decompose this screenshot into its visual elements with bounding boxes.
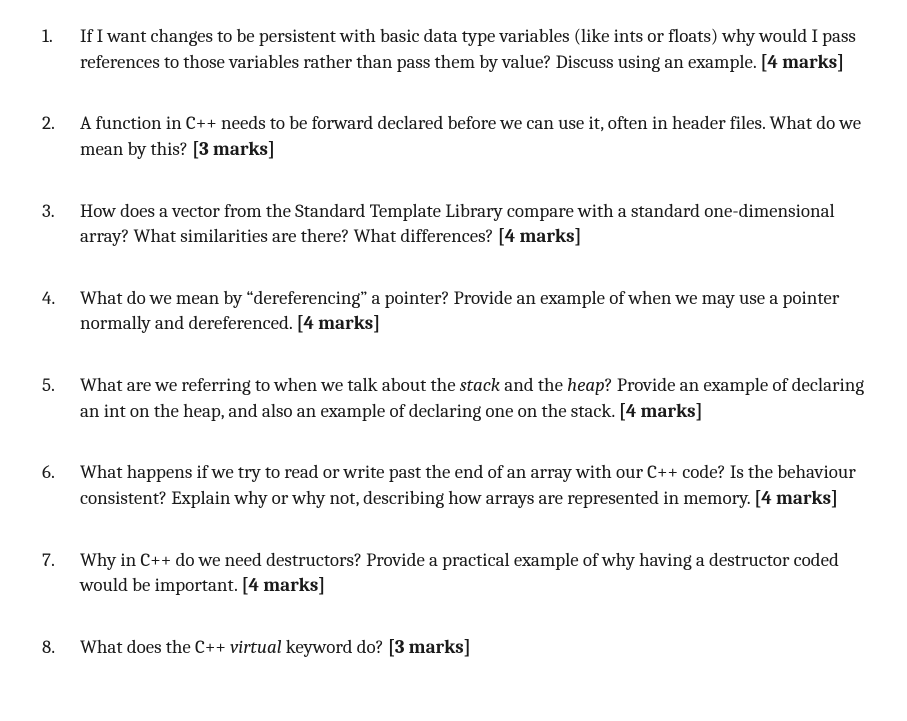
question-text: Why in C++ do we need destructors? Provi… bbox=[80, 549, 839, 597]
question-item: How does a vector from the Standard Temp… bbox=[24, 199, 883, 250]
question-text: If I want changes to be persistent with … bbox=[80, 25, 856, 73]
question-text: How does a vector from the Standard Temp… bbox=[80, 200, 835, 248]
question-item: Why in C++ do we need destructors? Provi… bbox=[24, 548, 883, 599]
question-text: What does the C++ bbox=[80, 636, 230, 658]
question-marks: [4 marks] bbox=[498, 225, 582, 247]
question-em: virtual bbox=[230, 636, 282, 658]
question-em: stack bbox=[460, 374, 500, 396]
question-text: What are we referring to when we talk ab… bbox=[80, 374, 460, 396]
question-em: heap bbox=[567, 374, 605, 396]
question-marks: [4 marks] bbox=[760, 51, 844, 73]
question-item: What does the C++ virtual keyword do? [3… bbox=[24, 635, 883, 661]
question-marks: [3 marks] bbox=[388, 636, 471, 658]
question-marks: [4 marks] bbox=[296, 312, 380, 334]
question-item: What happens if we try to read or write … bbox=[24, 460, 883, 511]
question-item: A function in C++ needs to be forward de… bbox=[24, 111, 883, 162]
question-item: What do we mean by “dereferencing” a poi… bbox=[24, 286, 883, 337]
question-marks: [4 marks] bbox=[754, 487, 838, 509]
document-page: If I want changes to be persistent with … bbox=[0, 0, 907, 721]
question-text: What happens if we try to read or write … bbox=[80, 461, 856, 509]
question-marks: [3 marks] bbox=[192, 138, 275, 160]
question-text: keyword do? bbox=[282, 636, 388, 658]
question-marks: [4 marks] bbox=[242, 574, 326, 596]
question-list: If I want changes to be persistent with … bbox=[24, 24, 883, 661]
question-item: What are we referring to when we talk ab… bbox=[24, 373, 883, 424]
question-text: What do we mean by “dereferencing” a poi… bbox=[80, 287, 839, 335]
question-item: If I want changes to be persistent with … bbox=[24, 24, 883, 75]
question-marks: [4 marks] bbox=[619, 400, 703, 422]
question-text: and the bbox=[500, 374, 567, 396]
